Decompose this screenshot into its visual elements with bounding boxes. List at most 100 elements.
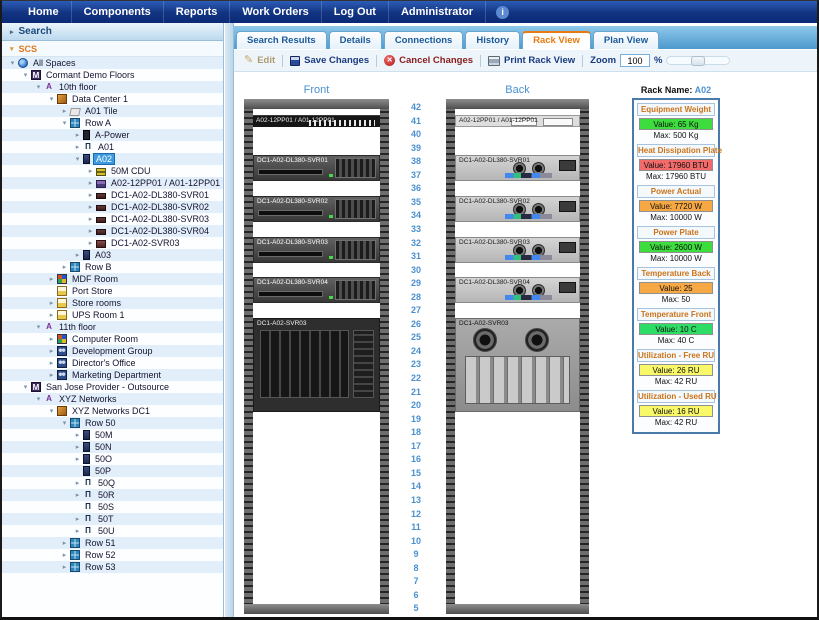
nav-item-reports[interactable]: Reports	[164, 1, 231, 23]
print-rack-view-button[interactable]: Print Rack View	[488, 55, 575, 66]
expand-arrow[interactable]: ▸	[73, 443, 82, 451]
tree-item-san-jose-provider-outsource[interactable]: ▾San Jose Provider - Outsource	[2, 381, 223, 393]
expand-arrow[interactable]: ▾	[73, 155, 82, 163]
equipment-dc1-a02-dl380-svr02[interactable]: DC1-A02-DL380-SVR02	[455, 196, 580, 222]
tree-item-50p[interactable]: 50P	[2, 465, 223, 477]
tree-item-a01[interactable]: ▸A01	[2, 141, 223, 153]
equipment-dc1-a02-dl380-svr03[interactable]: DC1-A02-DL380-SVR03	[253, 237, 380, 263]
expand-arrow[interactable]: ▾	[8, 59, 17, 67]
equipment-a02-12pp01-a01-12pp01[interactable]: A02-12PP01 / A01-12PP01	[253, 115, 380, 128]
tree-item-port-store[interactable]: Port Store	[2, 285, 223, 297]
tree-item-row-a[interactable]: ▾Row A	[2, 117, 223, 129]
expand-arrow[interactable]: ▾	[34, 83, 43, 91]
tree-item-50m-cdu[interactable]: ▸50M CDU	[2, 165, 223, 177]
tree-item-row-52[interactable]: ▸Row 52	[2, 549, 223, 561]
tab-plan-view[interactable]: Plan View	[593, 31, 659, 49]
expand-arrow[interactable]: ▾	[60, 419, 69, 427]
expand-arrow[interactable]: ▸	[47, 347, 56, 355]
expand-arrow[interactable]: ▸	[86, 227, 95, 235]
tree-item-xyz-networks-dc1[interactable]: ▾XYZ Networks DC1	[2, 405, 223, 417]
tree-item-50s[interactable]: 50S	[2, 501, 223, 513]
expand-arrow[interactable]: ▸	[73, 491, 82, 499]
equipment-dc1-a02-dl380-svr04[interactable]: DC1-A02-DL380-SVR04	[253, 277, 380, 303]
expand-arrow[interactable]: ▸	[73, 515, 82, 523]
expand-arrow[interactable]: ▾	[21, 71, 30, 79]
tree-item-a02[interactable]: ▾A02	[2, 153, 223, 165]
expand-arrow[interactable]: ▾	[60, 119, 69, 127]
tab-history[interactable]: History	[465, 31, 520, 49]
tree-item-a01-tile[interactable]: ▸A01 Tile	[2, 105, 223, 117]
expand-arrow[interactable]: ▸	[60, 107, 69, 115]
expand-arrow[interactable]: ▸	[60, 563, 69, 571]
expand-arrow[interactable]: ▸	[86, 239, 95, 247]
tree-item-cormant-demo-floors[interactable]: ▾Cormant Demo Floors	[2, 69, 223, 81]
nav-item-log-out[interactable]: Log Out	[322, 1, 389, 23]
tree-item-11th-floor[interactable]: ▾11th floor	[2, 321, 223, 333]
tree-item-development-group[interactable]: ▸Development Group	[2, 345, 223, 357]
tree-item-50u[interactable]: ▸50U	[2, 525, 223, 537]
tree-item-a02-12pp01-a01-12pp01[interactable]: ▸A02-12PP01 / A01-12PP01	[2, 177, 223, 189]
tree-item-marketing-department[interactable]: ▸Marketing Department	[2, 369, 223, 381]
expand-arrow[interactable]: ▾	[34, 323, 43, 331]
tree-item-50o[interactable]: ▸50O	[2, 453, 223, 465]
expand-arrow[interactable]: ▸	[47, 299, 56, 307]
zoom-slider-handle[interactable]	[691, 56, 705, 66]
tree-item-dc1-a02-dl380-svr03[interactable]: ▸DC1-A02-DL380-SVR03	[2, 213, 223, 225]
equipment-dc1-a02-dl380-svr03[interactable]: DC1-A02-DL380-SVR03	[455, 237, 580, 263]
tree-item-dc1-a02-svr03[interactable]: ▸DC1-A02-SVR03	[2, 237, 223, 249]
expand-arrow[interactable]: ▸	[47, 335, 56, 343]
tree-item-50t[interactable]: ▸50T	[2, 513, 223, 525]
tab-rack-view[interactable]: Rack View	[522, 31, 591, 49]
info-icon[interactable]: i	[496, 6, 509, 19]
tree-item-row-50[interactable]: ▾Row 50	[2, 417, 223, 429]
sidebar-splitter[interactable]	[225, 23, 234, 617]
tree-item-50r[interactable]: ▸50R	[2, 489, 223, 501]
tree-item-dc1-a02-dl380-svr01[interactable]: ▸DC1-A02-DL380-SVR01	[2, 189, 223, 201]
tree-item-a03[interactable]: ▸A03	[2, 249, 223, 261]
expand-arrow[interactable]: ▸	[60, 263, 69, 271]
tree-item-store-rooms[interactable]: ▸Store rooms	[2, 297, 223, 309]
zoom-input[interactable]	[620, 54, 650, 67]
sidebar-search-header[interactable]: ▸ Search	[2, 23, 223, 41]
expand-arrow[interactable]: ▸	[73, 431, 82, 439]
expand-arrow[interactable]: ▸	[86, 179, 95, 187]
expand-arrow[interactable]: ▸	[47, 311, 56, 319]
save-changes-button[interactable]: Save Changes	[290, 55, 369, 66]
expand-arrow[interactable]: ▸	[86, 203, 95, 211]
tree-item-data-center-1[interactable]: ▾Data Center 1	[2, 93, 223, 105]
zoom-slider[interactable]	[666, 56, 730, 65]
expand-arrow[interactable]: ▾	[47, 95, 56, 103]
equipment-dc1-a02-dl380-svr01[interactable]: DC1-A02-DL380-SVR01	[455, 155, 580, 181]
tree-item-50m[interactable]: ▸50M	[2, 429, 223, 441]
expand-arrow[interactable]: ▸	[86, 167, 95, 175]
expand-arrow[interactable]: ▸	[73, 479, 82, 487]
expand-arrow[interactable]: ▸	[73, 251, 82, 259]
tab-connections[interactable]: Connections	[384, 31, 464, 49]
expand-arrow[interactable]: ▾	[47, 407, 56, 415]
tree-item-dc1-a02-dl380-svr02[interactable]: ▸DC1-A02-DL380-SVR02	[2, 201, 223, 213]
tree-item-all-spaces[interactable]: ▾All Spaces	[2, 57, 223, 69]
equipment-dc1-a02-svr03[interactable]: DC1-A02-SVR03	[253, 318, 380, 412]
tree-item-a-power[interactable]: ▸A-Power	[2, 129, 223, 141]
equipment-a02-12pp01-a01-12pp01[interactable]: A02-12PP01 / A01-12PP01	[455, 115, 580, 128]
equipment-dc1-a02-svr03[interactable]: DC1-A02-SVR03	[455, 318, 580, 412]
tree-item-mdf-room[interactable]: ▸MDF Room	[2, 273, 223, 285]
tree-item-row-51[interactable]: ▸Row 51	[2, 537, 223, 549]
tree-item-computer-room[interactable]: ▸Computer Room	[2, 333, 223, 345]
expand-arrow[interactable]: ▸	[47, 359, 56, 367]
expand-arrow[interactable]: ▸	[73, 527, 82, 535]
expand-arrow[interactable]: ▾	[21, 383, 30, 391]
equipment-dc1-a02-dl380-svr02[interactable]: DC1-A02-DL380-SVR02	[253, 196, 380, 222]
expand-arrow[interactable]: ▸	[86, 191, 95, 199]
tree-item-dc1-a02-dl380-svr04[interactable]: ▸DC1-A02-DL380-SVR04	[2, 225, 223, 237]
tree-item-ups-room-1[interactable]: ▸UPS Room 1	[2, 309, 223, 321]
tree-item-50n[interactable]: ▸50N	[2, 441, 223, 453]
tree-item-director-s-office[interactable]: ▸Director's Office	[2, 357, 223, 369]
tree-item-row-b[interactable]: ▸Row B	[2, 261, 223, 273]
expand-arrow[interactable]: ▸	[73, 143, 82, 151]
expand-arrow[interactable]: ▸	[60, 539, 69, 547]
tree-item-10th-floor[interactable]: ▾10th floor	[2, 81, 223, 93]
expand-arrow[interactable]: ▸	[60, 551, 69, 559]
equipment-dc1-a02-dl380-svr01[interactable]: DC1-A02-DL380-SVR01	[253, 155, 380, 181]
expand-arrow[interactable]: ▸	[73, 455, 82, 463]
